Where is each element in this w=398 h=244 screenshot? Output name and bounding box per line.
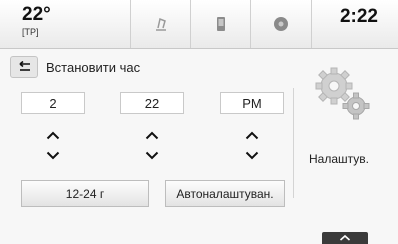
hour-down-button[interactable] xyxy=(33,146,73,164)
hour-up-button[interactable] xyxy=(33,126,73,144)
chevron-down-icon xyxy=(46,151,60,159)
period-up-button[interactable] xyxy=(232,126,272,144)
back-arrow-icon xyxy=(19,61,30,71)
chevron-down-icon xyxy=(145,151,159,159)
status-bar: 22° [TP] 2:22 xyxy=(0,0,398,49)
settings-label[interactable]: Налаштув. xyxy=(299,152,379,166)
music-note-icon xyxy=(156,17,166,31)
period-field: PM xyxy=(220,92,284,114)
header-row: Встановити час xyxy=(10,56,140,78)
settings-button[interactable] xyxy=(310,64,374,129)
expand-handle-button[interactable] xyxy=(322,232,368,244)
back-button[interactable] xyxy=(10,56,38,78)
tab-navigation[interactable] xyxy=(250,0,312,48)
gears-icon xyxy=(315,67,370,120)
clock-settings-screen: 22° [TP] 2:22 Встановити час 2 22 PM 12-… xyxy=(0,0,398,244)
chevron-down-icon xyxy=(245,151,259,159)
period-down-button[interactable] xyxy=(232,146,272,164)
chevron-up-icon xyxy=(339,234,351,241)
temperature-mode: [TP] xyxy=(22,27,39,37)
chevron-up-icon xyxy=(245,131,259,139)
navigation-icon xyxy=(274,17,288,31)
auto-set-button[interactable]: Автоналаштуван. xyxy=(165,180,285,207)
tab-phone[interactable] xyxy=(190,0,251,48)
hour-field: 2 xyxy=(21,92,85,114)
minute-field: 22 xyxy=(120,92,184,114)
phone-icon xyxy=(217,17,225,31)
minute-up-button[interactable] xyxy=(132,126,172,144)
divider xyxy=(293,88,294,198)
temperature-readout: 22° xyxy=(22,4,51,25)
chevron-up-icon xyxy=(46,131,60,139)
page-title: Встановити час xyxy=(46,59,141,75)
chevron-up-icon xyxy=(145,131,159,139)
tab-audio[interactable] xyxy=(130,0,191,48)
format-12-24-button[interactable]: 12-24 г xyxy=(21,180,149,207)
clock-display: 2:22 xyxy=(339,6,378,27)
minute-down-button[interactable] xyxy=(132,146,172,164)
